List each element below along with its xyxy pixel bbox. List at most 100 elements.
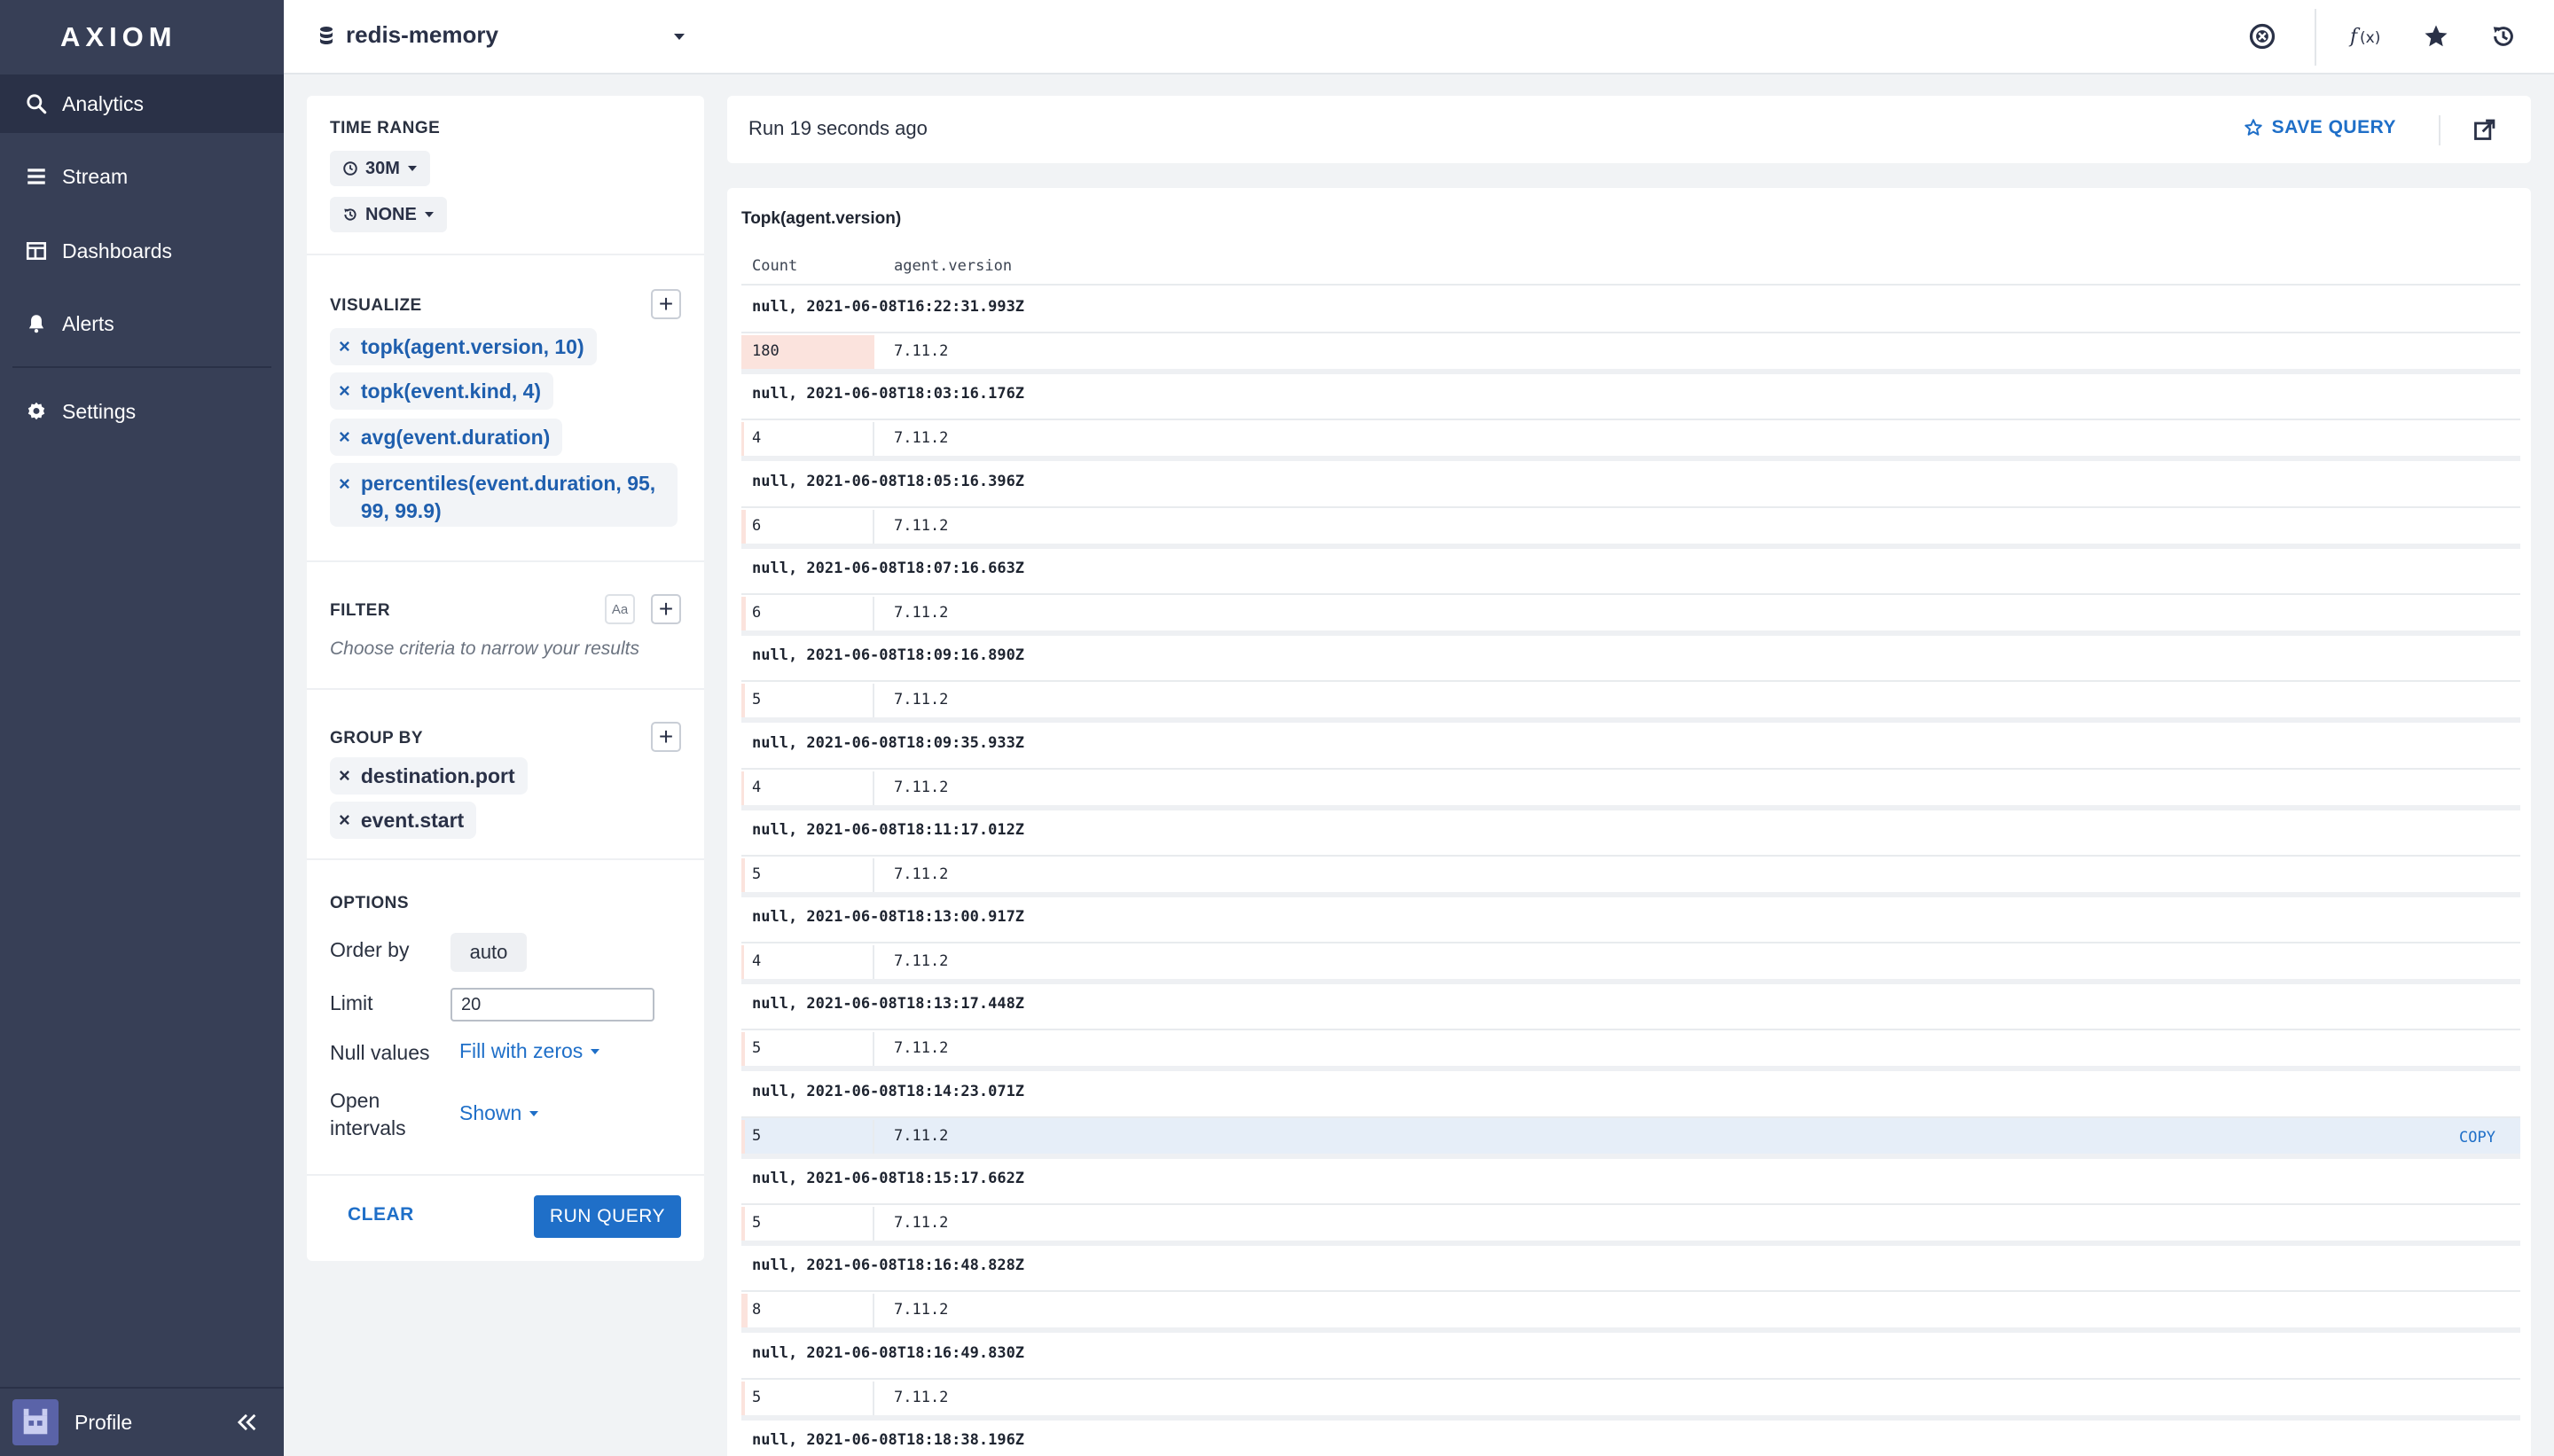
- group-divider: [741, 1414, 2520, 1421]
- share-icon[interactable]: [2472, 117, 2497, 142]
- visualization-label: avg(event.duration): [360, 425, 551, 449]
- table-row[interactable]: 5 7.11.2: [741, 1029, 2520, 1067]
- count-cell: 5: [741, 1119, 874, 1154]
- remove-icon[interactable]: ×: [339, 380, 350, 403]
- result-group: null, 2021-06-08T18:09:35.933Z 4 7.11.2: [741, 724, 2520, 810]
- table-row[interactable]: 180 7.11.2: [741, 332, 2520, 369]
- count-bar: [741, 509, 746, 544]
- table-row[interactable]: 6 7.11.2: [741, 505, 2520, 544]
- avatar: [12, 1399, 59, 1445]
- visualize-section: VISUALIZE + × topk(agent.version, 10) × …: [307, 255, 704, 562]
- group-divider: [741, 543, 2520, 549]
- group-by-label: event.start: [360, 808, 465, 832]
- sidebar-item-settings[interactable]: Settings: [0, 382, 284, 441]
- chevron-down-icon[interactable]: [672, 30, 686, 41]
- add-group-by-button[interactable]: +: [651, 722, 681, 752]
- visualization-chip[interactable]: × percentiles(event.duration, 95, 99, 99…: [330, 463, 678, 527]
- copy-button[interactable]: COPY: [2459, 1129, 2495, 1147]
- result-group: null, 2021-06-08T18:14:23.071Z 5 7.11.2 COP…: [741, 1072, 2520, 1159]
- run-query-button[interactable]: RUN QUERY: [534, 1195, 681, 1238]
- time-range-dropdown[interactable]: 30M: [330, 151, 430, 186]
- sidebar-divider: [12, 366, 271, 368]
- function-icon[interactable]: f (x): [2348, 21, 2387, 51]
- section-title: VISUALIZE: [330, 296, 422, 315]
- caret-down-icon: [424, 212, 434, 217]
- sidebar-item-alerts[interactable]: Alerts: [0, 294, 284, 353]
- table-row[interactable]: 6 7.11.2: [741, 592, 2520, 630]
- save-query-button[interactable]: SAVE QUERY: [2244, 117, 2396, 138]
- table-row[interactable]: 5 7.11.2: [741, 1203, 2520, 1241]
- history-icon[interactable]: [2488, 21, 2519, 51]
- profile-menu[interactable]: Profile: [0, 1387, 284, 1456]
- table-row[interactable]: 5 7.11.2: [741, 854, 2520, 892]
- count-bar: [741, 771, 745, 805]
- count-value: 4: [752, 952, 762, 971]
- query-panel: TIME RANGE 30M NONE VISUALIZE + × topk(a…: [307, 96, 704, 1261]
- options-section: OPTIONS Order by auto Limit Null values …: [307, 860, 704, 1176]
- visualization-label: topk(agent.version, 10): [360, 334, 584, 358]
- sidebar-item-analytics[interactable]: Analytics: [0, 74, 284, 133]
- version-value: 7.11.2: [894, 516, 949, 535]
- count-value: 5: [752, 691, 762, 709]
- section-title: FILTER: [330, 601, 391, 620]
- group-divider: [741, 1066, 2520, 1072]
- sidebar-item-stream[interactable]: Stream: [0, 147, 284, 206]
- run-status: Run 19 seconds ago: [748, 117, 928, 139]
- dataset-name: redis-memory: [346, 21, 498, 48]
- sidebar-item-dashboards[interactable]: Dashboards: [0, 222, 284, 280]
- toolbar-divider: [2315, 9, 2316, 66]
- close-circle-icon[interactable]: [2247, 21, 2277, 51]
- compare-dropdown[interactable]: NONE: [330, 197, 447, 232]
- section-title: OPTIONS: [330, 894, 410, 912]
- result-group: null, 2021-06-08T18:18:38.196Z: [741, 1421, 2520, 1456]
- dataset-selector[interactable]: redis-memory: [317, 21, 498, 49]
- group-divider: [741, 979, 2520, 985]
- null-values-label: Null values: [330, 1041, 430, 1064]
- version-value: 7.11.2: [894, 429, 949, 448]
- open-intervals-dropdown[interactable]: Shown: [459, 1101, 539, 1125]
- order-by-label: Order by: [330, 938, 410, 961]
- add-visualization-button[interactable]: +: [651, 289, 681, 319]
- count-value: 5: [752, 1388, 762, 1406]
- remove-icon[interactable]: ×: [339, 426, 350, 449]
- collapse-sidebar-icon[interactable]: [234, 1410, 259, 1435]
- group-title: null, 2021-06-08T18:14:23.071Z: [752, 1082, 1025, 1100]
- table-row[interactable]: 8 7.11.2: [741, 1290, 2520, 1328]
- result-group: null, 2021-06-08T18:15:17.662Z 5 7.11.2: [741, 1159, 2520, 1246]
- table-row[interactable]: 5 7.11.2: [741, 1377, 2520, 1415]
- add-filter-button[interactable]: +: [651, 594, 681, 624]
- remove-icon[interactable]: ×: [339, 335, 350, 358]
- version-value: 7.11.2: [894, 1214, 949, 1232]
- table-row[interactable]: 5 7.11.2: [741, 680, 2520, 718]
- table-row[interactable]: 4 7.11.2: [741, 942, 2520, 980]
- result-group: null, 2021-06-08T16:22:31.993Z 180 7.11.2: [741, 287, 2520, 374]
- run-status-bar: Run 19 seconds ago SAVE QUERY: [727, 96, 2531, 163]
- profile-label: Profile: [74, 1410, 133, 1434]
- app-logo[interactable]: AXIOM: [0, 0, 284, 74]
- case-sensitivity-toggle[interactable]: Aa: [605, 594, 635, 624]
- table-row[interactable]: 5 7.11.2 COPY: [741, 1115, 2520, 1154]
- limit-input[interactable]: [450, 988, 654, 1022]
- visualization-chip[interactable]: × topk(event.kind, 4): [330, 372, 554, 410]
- count-cell: 180: [741, 335, 874, 369]
- table-row[interactable]: 4 7.11.2: [741, 767, 2520, 805]
- remove-icon[interactable]: ×: [339, 470, 350, 497]
- remove-icon[interactable]: ×: [339, 764, 350, 787]
- clear-button[interactable]: CLEAR: [348, 1204, 414, 1225]
- group-by-chip[interactable]: × event.start: [330, 802, 477, 839]
- order-by-select[interactable]: auto: [450, 933, 527, 972]
- count-value: 5: [752, 865, 762, 883]
- visualization-chip[interactable]: × topk(agent.version, 10): [330, 328, 597, 365]
- table-row[interactable]: 4 7.11.2: [741, 419, 2520, 457]
- group-title: null, 2021-06-08T18:11:17.012Z: [752, 820, 1025, 839]
- visualization-chip[interactable]: × avg(event.duration): [330, 419, 563, 456]
- null-values-dropdown[interactable]: Fill with zeros: [459, 1039, 600, 1063]
- column-header-count[interactable]: Count: [752, 257, 797, 275]
- count-cell: 6: [741, 509, 874, 544]
- star-icon[interactable]: [2421, 21, 2451, 51]
- group-title: null, 2021-06-08T18:18:38.196Z: [752, 1430, 1025, 1449]
- column-header-version[interactable]: agent.version: [894, 257, 1012, 275]
- group-by-chip[interactable]: × destination.port: [330, 757, 528, 795]
- count-cell: 4: [741, 945, 874, 980]
- remove-icon[interactable]: ×: [339, 809, 350, 832]
